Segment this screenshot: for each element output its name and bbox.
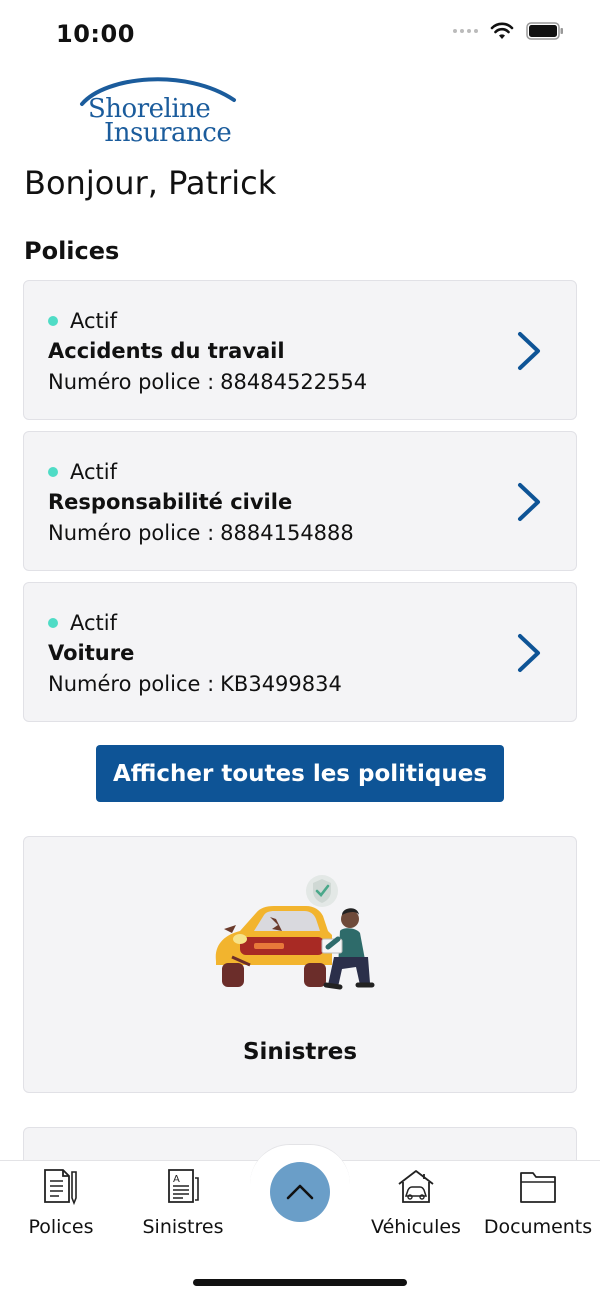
chevron-right-icon[interactable] bbox=[516, 633, 542, 673]
active-dot-icon bbox=[48, 618, 58, 628]
policy-status-label: Actif bbox=[70, 460, 118, 484]
nav-item-documents[interactable]: Documents bbox=[478, 1168, 598, 1238]
active-dot-icon bbox=[48, 316, 58, 326]
svg-text:A: A bbox=[173, 1174, 180, 1185]
vehicle-house-icon bbox=[398, 1170, 434, 1203]
folder-icon bbox=[520, 1172, 556, 1203]
policy-number-label: Numéro police : bbox=[48, 521, 215, 545]
claims-card-label: Sinistres bbox=[242, 1039, 358, 1065]
policy-name: Voiture bbox=[48, 641, 135, 665]
policy-number: Numéro police :8884154888 bbox=[48, 521, 354, 545]
policy-name: Accidents du travail bbox=[48, 339, 285, 363]
chevron-up-icon bbox=[286, 1184, 314, 1200]
policy-card-accidents[interactable]: Actif Accidents du travail Numéro police… bbox=[23, 280, 577, 420]
nav-label-claims: Sinistres bbox=[142, 1216, 224, 1238]
status-icons bbox=[453, 22, 564, 40]
policy-number: Numéro police :88484522554 bbox=[48, 370, 367, 394]
policy-number-value: 88484522554 bbox=[220, 370, 368, 394]
claims-document-icon: A bbox=[168, 1169, 199, 1203]
claims-illustration bbox=[215, 875, 375, 990]
policy-status-label: Actif bbox=[70, 309, 118, 333]
policy-status: Actif bbox=[48, 611, 117, 635]
logo-line-2: Insurance bbox=[104, 118, 232, 148]
policy-number-value: 8884154888 bbox=[220, 521, 354, 545]
active-dot-icon bbox=[48, 467, 58, 477]
claims-card[interactable]: Sinistres bbox=[23, 836, 577, 1093]
policy-card-car[interactable]: Actif Voiture Numéro police : KB3499834 bbox=[23, 582, 577, 722]
status-bar: 10:00 bbox=[0, 0, 600, 66]
policy-number-label: Numéro police : bbox=[48, 672, 215, 696]
policy-status: Actif bbox=[48, 309, 117, 333]
policy-status: Actif bbox=[48, 460, 117, 484]
policy-document-icon bbox=[44, 1169, 77, 1206]
policy-number-value: KB3499834 bbox=[220, 672, 342, 696]
chevron-right-icon[interactable] bbox=[516, 331, 542, 371]
nav-item-policies[interactable]: Polices bbox=[1, 1168, 121, 1238]
shoreline-logo: Shoreline Insurance bbox=[76, 70, 242, 150]
nav-label-documents: Documents bbox=[483, 1216, 593, 1238]
scroll-up-button[interactable] bbox=[270, 1162, 330, 1222]
signal-icon bbox=[453, 29, 478, 33]
nav-label-policies: Polices bbox=[28, 1216, 94, 1238]
nav-item-vehicles[interactable]: Véhicules bbox=[356, 1168, 476, 1238]
wifi-icon bbox=[490, 22, 514, 39]
policy-card-liability[interactable]: Actif Responsabilité civile Numéro polic… bbox=[23, 431, 577, 571]
home-indicator[interactable] bbox=[193, 1279, 407, 1286]
policy-status-label: Actif bbox=[70, 611, 118, 635]
battery-icon bbox=[526, 22, 563, 40]
chevron-right-icon[interactable] bbox=[516, 482, 542, 522]
view-all-policies-button[interactable]: Afficher toutes les politiques bbox=[96, 745, 504, 802]
policy-name: Responsabilité civile bbox=[48, 490, 293, 514]
policy-number: Numéro police : KB3499834 bbox=[48, 672, 342, 696]
nav-item-claims[interactable]: A Sinistres bbox=[123, 1168, 243, 1238]
policies-section-title: Polices bbox=[24, 237, 120, 265]
nav-label-vehicles: Véhicules bbox=[371, 1216, 461, 1238]
status-time: 10:00 bbox=[56, 20, 135, 48]
greeting: Bonjour, Patrick bbox=[24, 164, 277, 202]
policy-number-label: Numéro police : bbox=[48, 370, 215, 394]
